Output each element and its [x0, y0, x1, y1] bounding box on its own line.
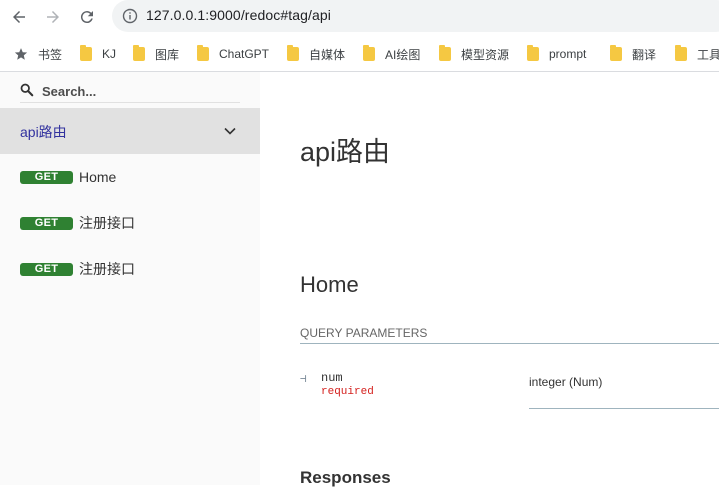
bookmark-item[interactable]: KJ — [80, 41, 116, 67]
bookmark-item[interactable]: 自媒体 — [287, 41, 345, 67]
bookmarks-bar: 书签 KJ 图库 ChatGPT 自媒体 AI绘图 模型资源 prompt 翻译… — [0, 41, 719, 67]
bookmark-label: KJ — [102, 47, 117, 61]
sidebar-tag-label: api路由 — [20, 124, 67, 140]
folder-icon — [363, 45, 375, 61]
folder-icon — [133, 45, 145, 61]
chevron-down-icon — [224, 127, 236, 135]
responses-title: Responses — [300, 468, 391, 487]
bookmark-item[interactable]: 图库 — [133, 41, 179, 67]
bookmark-item[interactable]: 模型资源 — [439, 41, 509, 67]
search-input[interactable] — [40, 80, 240, 102]
operation-label: Home — [79, 169, 117, 185]
sidebar-item-operation[interactable]: GET 注册接口 — [20, 259, 250, 279]
operation-label: 注册接口 — [79, 215, 135, 231]
bookmark-label: ChatGPT — [219, 47, 270, 61]
bookmark-label: 自媒体 — [309, 47, 346, 62]
folder-icon — [527, 45, 539, 61]
search-box — [20, 80, 240, 103]
bookmark-label: 模型资源 — [461, 47, 510, 62]
bookmark-label: AI绘图 — [385, 47, 421, 62]
http-method-badge: GET — [20, 170, 73, 184]
operation-title: Home — [300, 272, 359, 297]
folder-icon — [197, 45, 209, 61]
folder-icon — [287, 45, 299, 61]
bookmark-label: 工具 — [697, 47, 719, 62]
sidebar-item-api-tag[interactable]: api路由 — [0, 108, 260, 154]
query-parameters-header: QUERY PARAMETERS — [300, 326, 719, 344]
main-content: api路由 Home QUERY PARAMETERS ⊣ num requir… — [260, 72, 719, 487]
folder-icon — [439, 45, 451, 61]
tag-title: api路由 — [300, 137, 391, 167]
operation-label: 注册接口 — [79, 261, 135, 277]
reload-icon — [80, 11, 93, 24]
param-required: required — [321, 386, 374, 398]
bookmark-item[interactable]: 工具 — [675, 41, 719, 67]
http-method-badge: GET — [20, 216, 73, 230]
info-icon[interactable] — [122, 8, 138, 24]
param-name: num — [321, 371, 343, 385]
back-button[interactable] — [7, 5, 31, 29]
search-icon — [20, 83, 34, 97]
arrow-left-icon — [13, 11, 25, 23]
sidebar: api路由 GET Home GET 注册接口 GET 注册接口 — [0, 72, 260, 485]
bookmark-item[interactable]: 书签 — [14, 41, 62, 67]
folder-icon — [675, 45, 687, 61]
bookmark-label: prompt — [549, 47, 587, 61]
forward-button[interactable] — [41, 5, 65, 29]
arrow-right-icon — [47, 11, 59, 23]
http-method-badge: GET — [20, 262, 73, 276]
bookmark-item[interactable]: ChatGPT — [197, 41, 269, 67]
folder-icon — [610, 45, 622, 61]
folder-icon — [80, 45, 92, 61]
sidebar-item-operation[interactable]: GET 注册接口 — [20, 213, 250, 233]
param-type: integer (Num) — [529, 375, 603, 389]
reload-button[interactable] — [75, 5, 99, 29]
bookmark-item[interactable]: 翻译 — [610, 41, 656, 67]
star-icon — [14, 48, 28, 60]
bookmark-item[interactable]: AI绘图 — [363, 41, 420, 67]
url-text[interactable]: 127.0.0.1:9000/redoc#tag/api — [146, 7, 331, 23]
bookmark-label: 图库 — [155, 47, 180, 62]
sidebar-item-operation[interactable]: GET Home — [20, 167, 250, 187]
bookmark-label: 翻译 — [632, 47, 657, 62]
bookmark-item[interactable]: prompt — [527, 41, 586, 67]
browser-toolbar: 127.0.0.1:9000/redoc#tag/api — [0, 0, 719, 33]
param-divider — [529, 408, 719, 409]
param-tree-connector: ⊣ — [300, 372, 307, 385]
bookmark-label: 书签 — [38, 47, 63, 62]
